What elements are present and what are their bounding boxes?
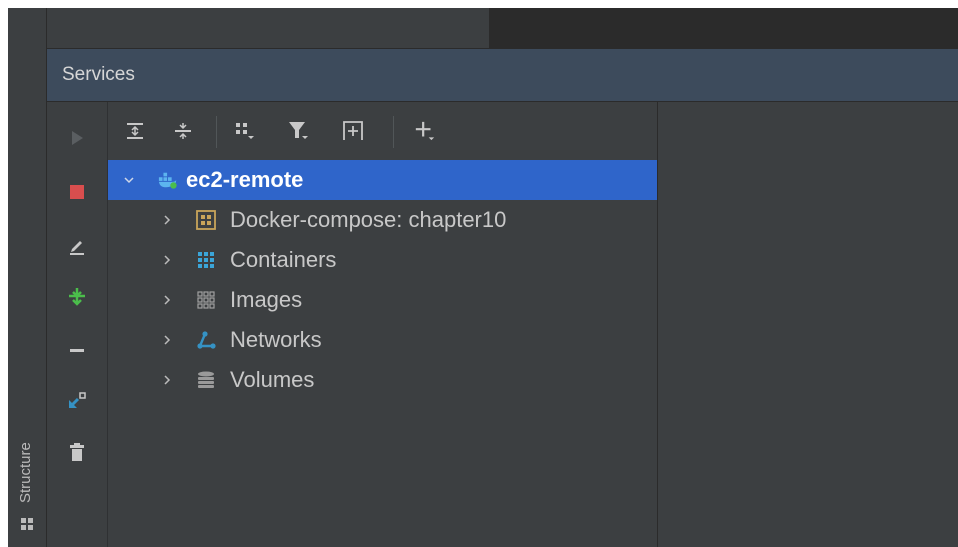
expand-all-button[interactable]: [124, 120, 146, 142]
tree-node-label: Images: [230, 287, 303, 312]
chevron-right-icon[interactable]: [160, 213, 174, 227]
expand-all-icon: [127, 123, 143, 139]
services-tree-panel: ec2-remote Docker-compose: chapter10 Con…: [108, 102, 658, 547]
tree-node-docker-compose[interactable]: Docker-compose: chapter10: [108, 200, 657, 240]
structure-tab-label[interactable]: Structure: [17, 442, 34, 503]
group-by-button[interactable]: [234, 120, 256, 142]
edit-button[interactable]: [65, 234, 89, 258]
filter-button[interactable]: [288, 120, 310, 142]
deploy-button[interactable]: [65, 284, 89, 308]
minus-icon: [70, 349, 84, 352]
tree-node-label: Volumes: [230, 367, 315, 392]
chevron-right-icon[interactable]: [160, 373, 174, 387]
edit-icon: [70, 241, 84, 255]
run-icon: [72, 131, 83, 145]
containers-icon: [196, 250, 216, 270]
collapse-all-button[interactable]: [172, 120, 194, 142]
add-button[interactable]: [414, 120, 436, 142]
tree-node-label: Containers: [230, 247, 337, 272]
add-icon: [415, 121, 435, 141]
minimize-icon: [68, 392, 86, 409]
editor-area: [489, 8, 958, 49]
tree-node-label: Networks: [230, 327, 322, 352]
stop-icon: [70, 185, 84, 199]
chevron-down-icon[interactable]: [122, 173, 136, 187]
tool-window-stripe: Structure: [8, 8, 47, 547]
delete-icon: [70, 443, 84, 461]
tree-node-volumes[interactable]: Volumes: [108, 360, 657, 400]
toolbar-separator: [216, 116, 217, 148]
stop-button[interactable]: [65, 180, 89, 204]
minimize-button[interactable]: [65, 388, 89, 412]
chevron-right-icon[interactable]: [160, 253, 174, 267]
structure-icon[interactable]: [20, 517, 34, 531]
deploy-icon: [69, 288, 85, 306]
docker-icon: [158, 170, 178, 190]
services-actions-toolbar: [47, 102, 108, 547]
tree-node-label: ec2-remote: [186, 167, 304, 192]
tree-node-images[interactable]: Images: [108, 280, 657, 320]
services-tree: ec2-remote Docker-compose: chapter10 Con…: [108, 160, 657, 400]
networks-icon: [196, 330, 216, 350]
compose-icon: [196, 210, 216, 230]
filter-icon: [289, 122, 308, 139]
ide-window: Structure Services ec2-remote Docker-com…: [8, 8, 958, 547]
tree-node-ec2-remote[interactable]: ec2-remote: [108, 160, 657, 200]
toolbar-separator: [393, 116, 394, 148]
details-pane: [658, 102, 958, 547]
remove-button[interactable]: [65, 338, 89, 362]
tree-node-label: Docker-compose: chapter10: [230, 207, 507, 232]
top-toolbar-area: [47, 8, 489, 49]
chevron-right-icon[interactable]: [160, 333, 174, 347]
new-tab-icon: [343, 121, 363, 140]
tree-node-containers[interactable]: Containers: [108, 240, 657, 280]
new-tab-button[interactable]: [342, 120, 364, 142]
group-by-icon: [236, 123, 254, 139]
collapse-all-icon: [175, 123, 191, 139]
tree-toolbar: [108, 102, 657, 160]
volumes-icon: [196, 370, 216, 390]
chevron-right-icon[interactable]: [160, 293, 174, 307]
services-title: Services: [62, 64, 135, 85]
delete-button[interactable]: [65, 440, 89, 464]
tree-node-networks[interactable]: Networks: [108, 320, 657, 360]
images-icon: [196, 290, 216, 310]
run-button[interactable]: [65, 126, 89, 150]
services-header: Services: [47, 49, 958, 102]
